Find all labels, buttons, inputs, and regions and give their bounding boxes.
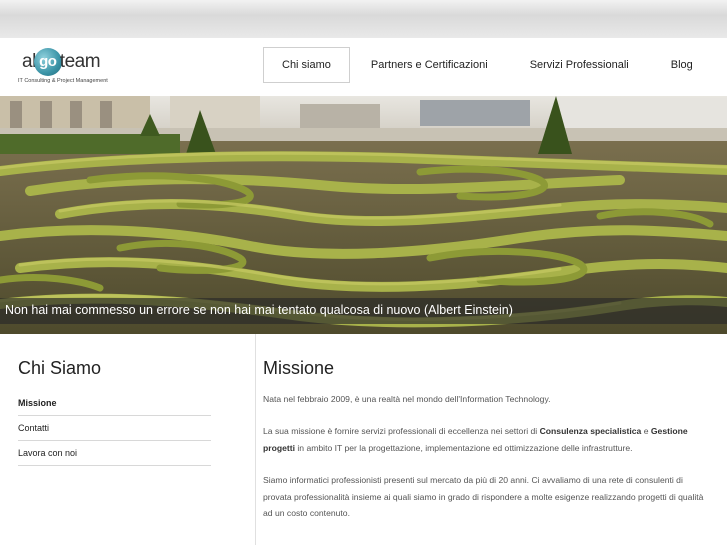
sidebar-title: Chi Siamo	[18, 358, 102, 378]
sidebar-menu: Missione Contatti Lavora con noi	[18, 391, 211, 466]
nav-item-servizi[interactable]: Servizi Professionali	[509, 47, 650, 83]
paragraph-mission: La sua missione è fornire servizi profes…	[263, 426, 688, 453]
paragraph-team: Siamo informatici professionisti present…	[263, 475, 704, 518]
sidebar-item-contatti[interactable]: Contatti	[18, 416, 211, 441]
site-header: al go team IT Consulting & Project Managem…	[0, 38, 727, 96]
top-gradient-bar	[0, 0, 727, 38]
logo-circle-icon: go	[33, 48, 62, 76]
logo-wordmark: al go team	[22, 48, 101, 76]
nav-item-chi-siamo[interactable]: Chi siamo	[263, 47, 350, 83]
main-nav: Chi siamo Partners e Certificazioni Serv…	[263, 47, 714, 83]
logo-tagline: IT Consulting & Project Management	[18, 78, 108, 84]
paragraph-intro: Nata nel febbraio 2009, è una realtà nel…	[263, 394, 551, 404]
sidebar-item-lavora-con-noi[interactable]: Lavora con noi	[18, 441, 211, 466]
nav-item-blog[interactable]: Blog	[650, 47, 714, 83]
sidebar-item-missione[interactable]: Missione	[18, 391, 211, 416]
nav-item-partners[interactable]: Partners e Certificazioni	[350, 47, 509, 83]
page-title: Missione	[263, 358, 335, 378]
hero-caption-overlay: Non hai mai commesso un errore se non ha…	[0, 298, 727, 324]
highlight-consulenza: Consulenza specialistica	[539, 426, 642, 436]
sidebar: Chi Siamo Missione Contatti Lavora con n…	[0, 334, 256, 545]
hero-quote: Non hai mai commesso un errore se non ha…	[5, 303, 513, 317]
site-logo[interactable]: al go team IT Consulting & Project Managem…	[18, 42, 110, 90]
